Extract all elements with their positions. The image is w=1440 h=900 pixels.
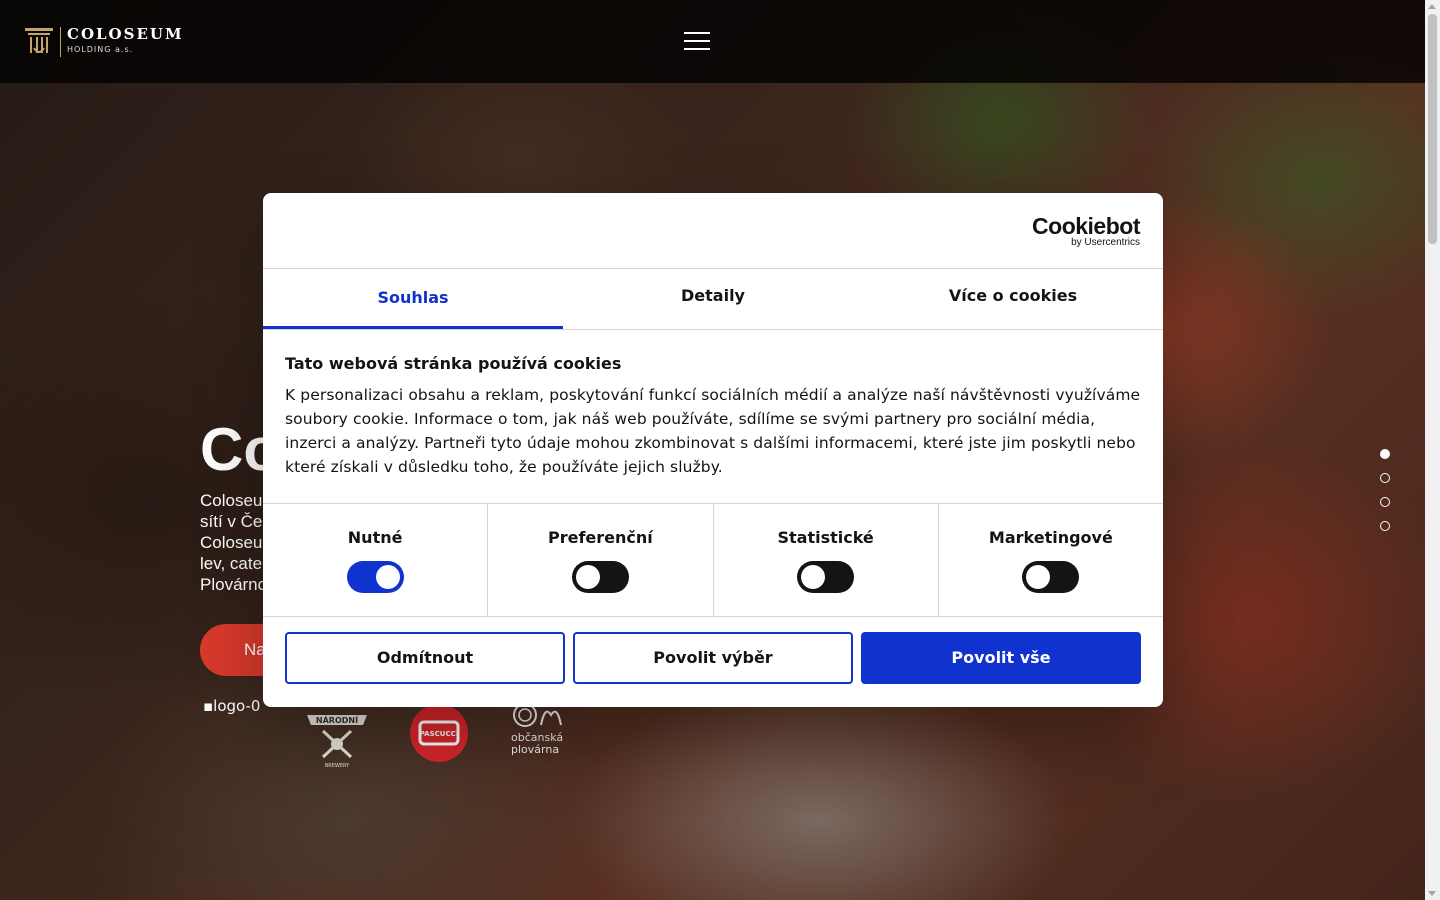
plovarna-line2: plovárna (511, 743, 560, 756)
toggle-knob (1026, 565, 1051, 589)
pascucci-logo-text: PASCUCCI (420, 730, 459, 738)
cookie-consent-dialog: Cookiebot by Usercentrics Souhlas Detail… (263, 193, 1163, 707)
dialog-title: Tato webová stránka používá cookies (285, 354, 622, 373)
toggle-preferencni[interactable] (571, 561, 629, 593)
tab-detaily[interactable]: Detaily (563, 269, 863, 329)
category-label: Statistické (777, 528, 874, 547)
dialog-text: K personalizaci obsahu a reklam, poskyto… (285, 386, 1141, 476)
hamburger-line (684, 48, 710, 50)
scrollbar-thumb[interactable] (1428, 14, 1437, 244)
slider-dot-4[interactable] (1380, 521, 1390, 531)
scroll-up-arrow-icon[interactable] (1428, 4, 1436, 9)
toggle-knob (375, 565, 400, 589)
deny-button[interactable]: Odmítnout (285, 632, 565, 684)
narodni-logo-text: NÁRODNÍ (316, 714, 358, 725)
toggle-statisticke[interactable] (797, 561, 855, 593)
broken-image-logo[interactable]: ▪logo-0 (203, 697, 260, 715)
hamburger-line (684, 40, 710, 42)
hamburger-line (684, 32, 710, 34)
column-icon (25, 28, 53, 53)
slider-dots (1380, 449, 1390, 545)
tab-vice-o-cookies[interactable]: Více o cookies (863, 269, 1163, 329)
coloseum-logo[interactable]: COLOSEUM HOLDING a.s. (24, 26, 184, 58)
toggle-marketingove[interactable] (1022, 561, 1080, 593)
category-marketingove: Marketingové (939, 504, 1163, 616)
narodni-brewery-logo[interactable]: NÁRODNÍ BREWERY (303, 703, 371, 769)
pascucci-logo[interactable]: PASCUCCI (410, 704, 468, 762)
category-label: Preferenční (547, 528, 653, 547)
category-nutne: Nutné (263, 504, 489, 616)
pascucci-logo-mark: PASCUCCI (418, 720, 460, 746)
logo-subtitle: HOLDING a.s. (67, 45, 134, 54)
toggle-knob (801, 565, 826, 589)
dialog-tabs: Souhlas Detaily Více o cookies (263, 269, 1163, 330)
logo-name: COLOSEUM (67, 25, 184, 43)
category-preferencni: Preferenční (488, 504, 714, 616)
scroll-down-arrow-icon[interactable] (1428, 891, 1436, 896)
hamburger-icon[interactable] (684, 31, 710, 51)
dialog-header: Cookiebot by Usercentrics (263, 193, 1163, 269)
allow-all-button[interactable]: Povolit vše (861, 632, 1141, 684)
category-label: Nutné (347, 528, 403, 547)
cookiebot-name: Cookiebot (1032, 213, 1140, 239)
broken-image-icon: ▪ (203, 697, 214, 715)
slider-dot-2[interactable] (1380, 473, 1390, 483)
narodni-logo-subtext: BREWERY (325, 763, 350, 769)
category-statisticke: Statistické (714, 504, 939, 616)
tab-souhlas[interactable]: Souhlas (263, 269, 563, 329)
dialog-body: Tato webová stránka používá cookies K pe… (263, 330, 1163, 504)
broken-image-alt: logo-0 (213, 697, 261, 715)
slider-dot-1[interactable] (1380, 449, 1390, 459)
toggle-knob (575, 565, 600, 589)
page-scrollbar[interactable] (1425, 0, 1440, 900)
logo-wordmark: COLOSEUM HOLDING a.s. (67, 26, 184, 58)
slider-dot-3[interactable] (1380, 497, 1390, 507)
cookiebot-logo[interactable]: Cookiebot by Usercentrics (1032, 215, 1140, 249)
dialog-buttons: Odmítnout Povolit výběr Povolit vše (263, 617, 1163, 699)
allow-selection-button[interactable]: Povolit výběr (573, 632, 853, 684)
top-navigation-bar: COLOSEUM HOLDING a.s. (0, 0, 1425, 83)
cookie-categories: Nutné Preferenční Statistické Marketingo… (263, 504, 1163, 617)
toggle-nutne[interactable] (346, 561, 404, 593)
category-label: Marketingové (988, 528, 1113, 547)
obcanska-plovarna-logo[interactable]: občanská plovárna (511, 701, 573, 761)
logo-divider (60, 27, 61, 57)
